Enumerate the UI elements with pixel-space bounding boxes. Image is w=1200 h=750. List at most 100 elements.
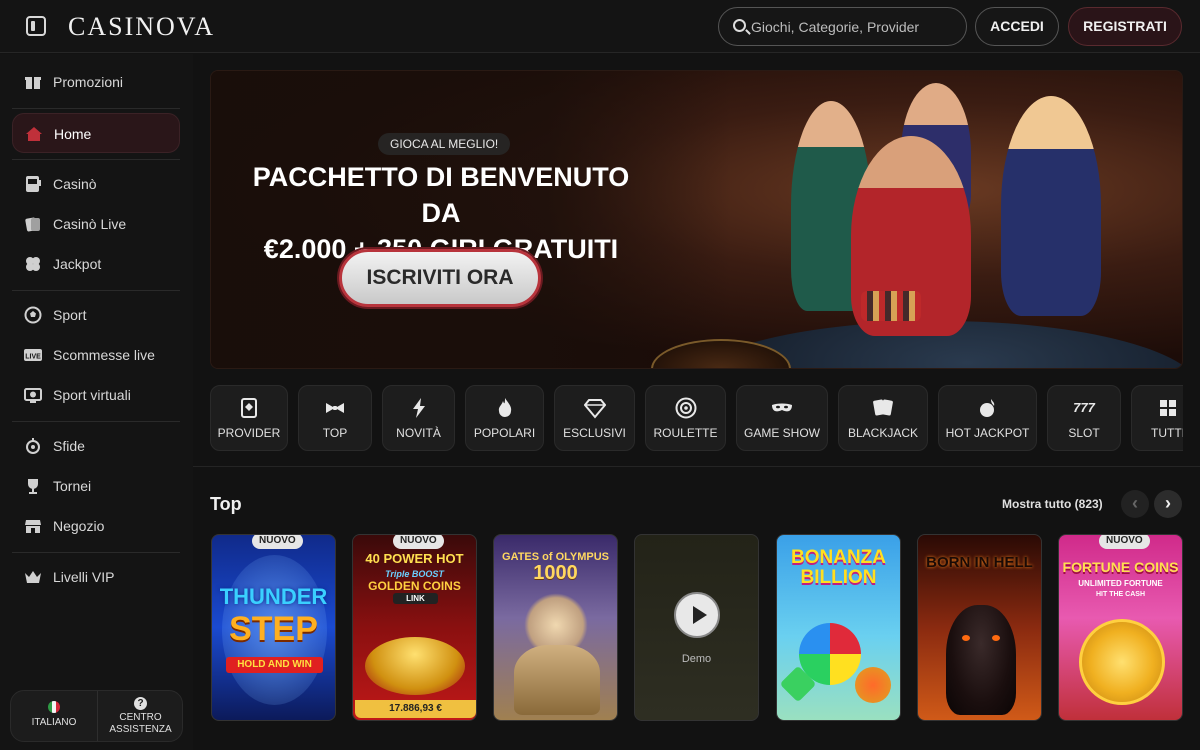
category-label: PROVIDER	[217, 426, 281, 440]
demo-label: Demo	[681, 653, 712, 665]
category-roulette[interactable]: ROULETTE	[645, 385, 726, 451]
sidebar-divider	[12, 421, 180, 422]
flame-icon	[494, 397, 516, 419]
new-badge: NUOVO	[393, 535, 444, 549]
svg-text:LIVE: LIVE	[25, 354, 41, 361]
sidebar-divider	[12, 108, 180, 109]
promo-banner[interactable]: GIOCA AL MEGLIO! PACCHETTO DI BENVENUTO …	[210, 70, 1183, 369]
sidebar: Promozioni Home Casinò Casinò Live Jackp…	[0, 54, 193, 750]
show-all-link[interactable]: Mostra tutto (823)	[1002, 497, 1103, 511]
bow-tie-icon	[324, 397, 346, 419]
category-top[interactable]: TOP	[298, 385, 372, 451]
sidebar-divider	[12, 552, 180, 553]
sidebar-item-label: Casinò	[53, 176, 97, 192]
banner-figure	[1001, 96, 1101, 316]
sidebar-item-label: Casinò Live	[53, 216, 127, 232]
slot-machine-icon	[24, 175, 42, 193]
language-selector[interactable]: ITALIANO	[11, 691, 97, 741]
game-card-gates-of-olympus-1000[interactable]: GATES of OLYMPUS 1000	[493, 534, 618, 721]
sidebar-item-scommesse-live[interactable]: LIVE Scommesse live	[12, 335, 180, 375]
sidebar-item-sport[interactable]: Sport	[12, 295, 180, 335]
sidebar-item-promozioni[interactable]: Promozioni	[12, 62, 180, 102]
category-esclusivi[interactable]: ESCLUSIVI	[554, 385, 635, 451]
help-icon: ?	[134, 697, 147, 710]
banner-chips	[861, 291, 921, 321]
game-title: LINK	[393, 593, 438, 604]
carousel-next-button[interactable]: ›	[1154, 490, 1182, 518]
sidebar-item-label: Jackpot	[53, 256, 102, 272]
category-label: POPOLARI	[473, 426, 536, 440]
sidebar-item-casino[interactable]: Casinò	[12, 164, 180, 204]
game-card-demo[interactable]: Demo	[634, 534, 759, 721]
candy-art	[855, 667, 891, 703]
category-blackjack[interactable]: BLACKJACK	[838, 385, 928, 451]
sidebar-item-label: Negozio	[53, 518, 105, 534]
login-button[interactable]: ACCEDI	[975, 7, 1059, 46]
hot-jackpot-icon	[977, 397, 999, 419]
category-game-show[interactable]: GAME SHOW	[736, 385, 828, 451]
challenge-icon	[24, 437, 42, 455]
game-title: 1000	[533, 562, 578, 584]
language-label: ITALIANO	[31, 717, 77, 728]
casinova-logo[interactable]: CASINOVA	[68, 12, 215, 42]
section-title: Top	[210, 494, 242, 514]
slot-777-icon: 777	[1073, 400, 1095, 415]
search-input[interactable]	[751, 16, 956, 38]
carousel-prev-button[interactable]: ‹	[1121, 490, 1149, 518]
demon-eye-art	[962, 635, 970, 641]
sidebar-item-sport-virtuali[interactable]: Sport virtuali	[12, 375, 180, 415]
diamond-icon	[583, 397, 606, 419]
sidebar-toggle-icon[interactable]	[26, 16, 46, 36]
game-card-fortune-coins[interactable]: FORTUNE COINS UNLIMITED FORTUNE HIT THE …	[1058, 534, 1183, 721]
game-title: BONANZA	[791, 547, 886, 568]
sidebar-item-label: Scommesse live	[53, 347, 155, 363]
game-card-bonanza-billion[interactable]: BONANZA BILLION	[776, 534, 901, 721]
category-tutti[interactable]: TUTTI	[1131, 385, 1183, 451]
category-label: BLACKJACK	[847, 426, 919, 440]
sidebar-item-home[interactable]: Home	[12, 113, 180, 153]
help-label-line2: ASSISTENZA	[109, 724, 172, 735]
top-header: CASINOVA ACCEDI REGISTRATI	[0, 0, 1200, 53]
footer-utility-box: ITALIANO ? CENTRO ASSISTENZA	[10, 690, 183, 742]
category-label: NOVITÀ	[396, 426, 441, 440]
search-box[interactable]	[718, 7, 967, 46]
game-title: GOLDEN COINS	[368, 579, 461, 593]
sidebar-item-jackpot[interactable]: Jackpot	[12, 244, 180, 284]
category-hot-jackpot[interactable]: HOT JACKPOT	[938, 385, 1037, 451]
sidebar-divider	[12, 159, 180, 160]
category-novita[interactable]: NOVITÀ	[382, 385, 455, 451]
play-icon[interactable]	[674, 592, 720, 638]
sidebar-item-livelli-vip[interactable]: Livelli VIP	[12, 557, 180, 597]
signup-now-button[interactable]: ISCRIVITI ORA	[339, 249, 541, 307]
sidebar-divider	[12, 290, 180, 291]
game-title: THUNDER	[219, 584, 328, 609]
cards-icon	[872, 397, 894, 419]
shop-icon	[24, 517, 42, 535]
banner-tag: GIOCA AL MEGLIO!	[378, 133, 511, 155]
game-title: HIT THE CASH	[1096, 591, 1145, 598]
grid-icon	[1157, 397, 1179, 419]
demon-art	[946, 605, 1016, 715]
help-center-button[interactable]: ? CENTRO ASSISTENZA	[97, 691, 183, 741]
category-slot[interactable]: 777 SLOT	[1047, 385, 1121, 451]
new-badge: NUOVO	[1099, 535, 1150, 549]
game-card-40-power-hot[interactable]: 40 POWER HOT Triple BOOST GOLDEN COINS L…	[352, 534, 477, 721]
lightning-icon	[408, 397, 430, 419]
category-popolari[interactable]: POPOLARI	[465, 385, 544, 451]
game-title: BILLION	[800, 567, 877, 588]
category-provider[interactable]: PROVIDER	[210, 385, 288, 451]
register-button[interactable]: REGISTRATI	[1068, 7, 1182, 46]
crown-icon	[24, 568, 42, 586]
jackpot-amount: 17.886,93 €	[355, 700, 476, 718]
home-icon	[25, 125, 43, 143]
sidebar-item-tornei[interactable]: Tornei	[12, 466, 180, 506]
game-title: FORTUNE COINS	[1062, 559, 1179, 575]
game-card-born-in-hell[interactable]: BORN IN HELL	[917, 534, 1042, 721]
sidebar-item-negozio[interactable]: Negozio	[12, 506, 180, 546]
virtual-sport-icon	[24, 386, 42, 404]
sidebar-item-sfide[interactable]: Sfide	[12, 426, 180, 466]
sidebar-item-casino-live[interactable]: Casinò Live	[12, 204, 180, 244]
live-cards-icon	[24, 215, 42, 233]
category-label: HOT JACKPOT	[945, 426, 1030, 440]
game-card-thunder-step[interactable]: THUNDER STEP HOLD AND WIN NUOVO	[211, 534, 336, 721]
